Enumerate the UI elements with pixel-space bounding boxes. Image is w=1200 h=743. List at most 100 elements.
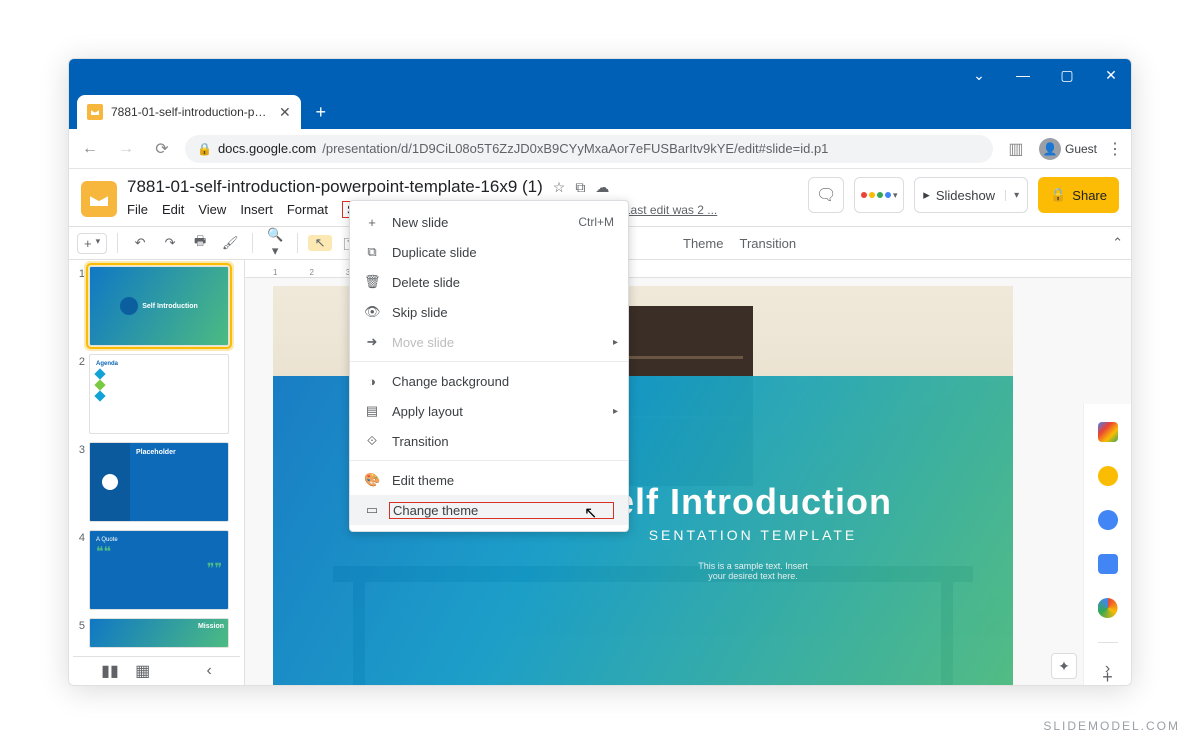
minimize-button[interactable]: — (1011, 67, 1035, 83)
palette-icon: 🎨 (364, 472, 380, 488)
slide-thumbnail-5[interactable]: Mission (89, 618, 229, 648)
side-panel-rail: + › (1083, 404, 1131, 685)
menu-apply-layout[interactable]: ▤Apply layout▸ (350, 396, 628, 426)
menu-delete-slide[interactable]: 🗑Delete slide (350, 267, 628, 297)
address-bar: ← → ⟳ 🔒 docs.google.com/presentation/d/1… (69, 129, 1131, 169)
slide-number: 1 (73, 266, 85, 346)
move-folder-icon[interactable]: ⧉ (575, 179, 585, 196)
menu-edit[interactable]: Edit (162, 202, 184, 217)
cloud-status-icon[interactable]: ☁ (595, 179, 609, 196)
slide-thumbnail-2[interactable]: Agenda (89, 354, 229, 434)
plus-icon: + (364, 215, 380, 230)
watermark: SLIDEMODEL.COM (1043, 719, 1180, 733)
reload-button[interactable]: ⟳ (149, 139, 175, 159)
close-window-button[interactable]: ✕ (1099, 67, 1123, 84)
slides-logo-icon[interactable] (81, 181, 117, 217)
profile-button[interactable]: 👤 Guest (1039, 138, 1097, 160)
menu-transition[interactable]: ⟐Transition (350, 426, 628, 456)
menu-move-slide: ➜Move slide▸ (350, 327, 628, 357)
select-tool-button[interactable]: ↖ (308, 235, 332, 251)
menu-view[interactable]: View (198, 202, 226, 217)
toolbar-transition[interactable]: Transition (739, 236, 796, 251)
document-title[interactable]: 7881-01-self-introduction-powerpoint-tem… (127, 177, 543, 197)
thumb-title: Self Introduction (142, 303, 198, 310)
new-slide-button[interactable]: +▾ (77, 233, 107, 254)
slide-menu-dropdown: +New slideCtrl+M ⧉Duplicate slide 🗑Delet… (349, 200, 629, 532)
nav-forward-button[interactable]: → (113, 140, 139, 158)
transition-icon: ⟐ (364, 433, 380, 449)
new-tab-button[interactable]: + (307, 98, 335, 126)
slideshow-button[interactable]: ▸ Slideshow ▾ (914, 177, 1028, 213)
meet-dot-icon (885, 192, 891, 198)
panel-icon[interactable]: ▥ (1003, 139, 1029, 159)
arrow-icon: ➜ (364, 334, 380, 350)
slide-thumbnail-3[interactable]: Placeholder (89, 442, 229, 522)
url-host: docs.google.com (218, 141, 316, 156)
nav-back-button[interactable]: ← (77, 140, 103, 158)
filmstrip-view-icon[interactable]: ▮▮ (101, 661, 119, 681)
menu-duplicate-slide[interactable]: ⧉Duplicate slide (350, 237, 628, 267)
chevron-down-icon[interactable]: ▾ (1005, 190, 1019, 201)
tab-strip: 7881-01-self-introduction-powe ✕ + (69, 91, 1131, 129)
menu-file[interactable]: File (127, 202, 148, 217)
filmstrip: 1 Self Introduction 2 Agenda 3 Placehold… (69, 260, 245, 685)
print-button[interactable]: 🖶 (188, 232, 212, 254)
profile-label: Guest (1065, 142, 1097, 156)
tab-title: 7881-01-self-introduction-powe (111, 105, 271, 119)
paint-format-button[interactable]: 🖌 (218, 235, 242, 251)
keep-icon[interactable] (1098, 466, 1118, 486)
lock-icon: 🔒 (197, 142, 212, 156)
star-icon[interactable]: ☆ (553, 179, 566, 196)
maps-icon[interactable] (1098, 598, 1118, 618)
filmstrip-footer: ▮▮ ▦ ‹ (73, 656, 240, 684)
grid-view-icon[interactable]: ▦ (135, 661, 150, 681)
theme-icon: ▭ (364, 502, 380, 518)
redo-button[interactable]: ↷ (158, 235, 182, 251)
undo-button[interactable]: ↶ (128, 235, 152, 251)
meet-dot-icon (877, 192, 883, 198)
last-edit-link[interactable]: Last edit was 2 ... (624, 203, 717, 217)
share-button[interactable]: 🔒 Share (1038, 177, 1119, 213)
share-label: Share (1072, 188, 1107, 203)
menu-insert[interactable]: Insert (240, 202, 273, 217)
menu-edit-theme[interactable]: 🎨Edit theme (350, 465, 628, 495)
menu-format[interactable]: Format (287, 202, 328, 217)
url-path: /presentation/d/1D9CiL08o5T6ZzJD0xB9CYyM… (322, 141, 828, 156)
menu-skip-slide[interactable]: 👁Skip slide (350, 297, 628, 327)
slide-thumbnail-1[interactable]: Self Introduction (89, 266, 229, 346)
close-tab-icon[interactable]: ✕ (279, 104, 291, 121)
profile-avatar-icon: 👤 (1039, 138, 1061, 160)
hide-panel-icon[interactable]: › (1105, 660, 1110, 678)
titlebar-chevron-icon[interactable]: ⌄ (967, 67, 991, 84)
url-field[interactable]: 🔒 docs.google.com/presentation/d/1D9CiL0… (185, 135, 993, 163)
background-icon: ◑ (364, 374, 380, 389)
thumb-title: Placeholder (130, 443, 182, 521)
slides-favicon-icon (87, 104, 103, 120)
window-titlebar: ⌄ — ▢ ✕ (69, 59, 1131, 91)
duplicate-icon: ⧉ (364, 244, 380, 260)
meet-button[interactable]: ▾ (854, 177, 904, 213)
lock-icon: 🔒 (1050, 187, 1066, 203)
calendar-icon[interactable] (1098, 422, 1118, 442)
comments-button[interactable]: 🗨 (808, 177, 844, 213)
slide-thumbnail-4[interactable]: A Quote ❝❝ ❞❞ (89, 530, 229, 610)
mouse-cursor-icon: ↖ (584, 503, 597, 523)
tasks-icon[interactable] (1098, 510, 1118, 530)
slide-number: 4 (73, 530, 85, 610)
chevron-down-icon: ▾ (893, 190, 898, 201)
explore-button[interactable]: ✦ (1051, 653, 1077, 679)
toolbar-theme[interactable]: Theme (683, 236, 723, 251)
menu-change-background[interactable]: ◑Change background (350, 366, 628, 396)
browser-menu-button[interactable]: ⋮ (1107, 139, 1123, 159)
collapse-toolbar-icon[interactable]: ⌃ (1112, 235, 1123, 251)
meet-dot-icon (861, 192, 867, 198)
browser-tab[interactable]: 7881-01-self-introduction-powe ✕ (77, 95, 301, 129)
contacts-icon[interactable] (1098, 554, 1118, 574)
thumb-title: Agenda (96, 361, 222, 367)
collapse-filmstrip-icon[interactable]: ‹ (207, 662, 212, 680)
menu-new-slide[interactable]: +New slideCtrl+M (350, 207, 628, 237)
maximize-button[interactable]: ▢ (1055, 67, 1079, 84)
zoom-button[interactable]: 🔍 ▾ (263, 227, 287, 259)
layout-icon: ▤ (364, 403, 380, 419)
meet-dot-icon (869, 192, 875, 198)
